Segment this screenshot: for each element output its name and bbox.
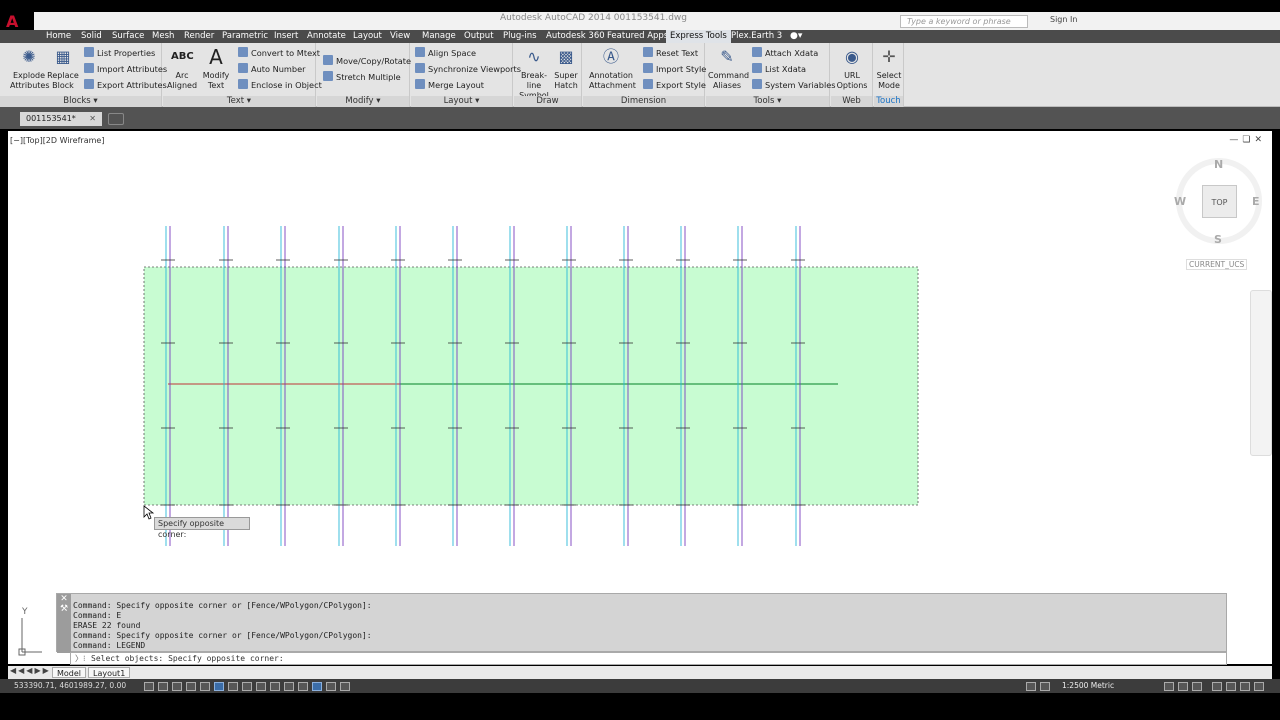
ucs-icon: Y: [18, 607, 42, 656]
viewcube-top-face[interactable]: TOP: [1202, 185, 1237, 218]
status-tool-icon[interactable]: [1212, 682, 1222, 691]
status-toggle-icon[interactable]: [326, 682, 336, 691]
layout-tabs-bar: ◀◀◀▶▶ Model Layout1: [8, 666, 1272, 679]
status-toggle-icon[interactable]: [298, 682, 308, 691]
compass-south[interactable]: S: [1214, 233, 1222, 246]
status-tool-icon[interactable]: [1040, 682, 1050, 691]
svg-text:Y: Y: [21, 607, 28, 617]
screen-bottom-border: [0, 693, 1280, 720]
status-tool-icon[interactable]: [1164, 682, 1174, 691]
command-prompt-text: Select objects: Specify opposite corner:: [91, 654, 284, 663]
command-history-line: Command: E: [73, 611, 122, 620]
wrench-icon[interactable]: ⚒: [57, 604, 71, 614]
command-history-line: Command: LEGEND: [73, 641, 146, 650]
status-tool-icon[interactable]: [1026, 682, 1036, 691]
navigation-bar[interactable]: [1250, 290, 1272, 456]
command-line-input[interactable]: 〉⁝ Select objects: Specify opposite corn…: [70, 652, 1227, 665]
status-toggle-icon[interactable]: [200, 682, 210, 691]
status-tool-icon[interactable]: [1226, 682, 1236, 691]
command-history-window: ✕ ⚒ Command: Specify opposite corner or …: [56, 593, 1227, 653]
status-tool-icon[interactable]: [1240, 682, 1250, 691]
status-toggle-icon[interactable]: [228, 682, 238, 691]
layout-tab-layout1[interactable]: Layout1: [88, 667, 131, 678]
compass-west[interactable]: W: [1174, 195, 1186, 208]
command-history-line: ERASE 22 found: [73, 621, 141, 630]
status-bar: 533390.71, 4601989.27, 0.00 1:2500 Metri…: [0, 679, 1280, 693]
status-toggle-icon[interactable]: [186, 682, 196, 691]
status-tool-icon[interactable]: [1254, 682, 1264, 691]
status-toggle-icon[interactable]: [144, 682, 154, 691]
cursor-icon: [143, 505, 155, 520]
selection-window: [143, 266, 919, 506]
command-history: Command: Specify opposite corner or [Fen…: [73, 601, 372, 651]
status-toggle-icon[interactable]: [312, 682, 322, 691]
close-icon[interactable]: ✕: [57, 594, 71, 604]
compass-east[interactable]: E: [1252, 195, 1260, 208]
status-tool-icon[interactable]: [1192, 682, 1202, 691]
command-history-line: Command: Specify opposite corner or [Fen…: [73, 601, 372, 610]
status-toggle-icon[interactable]: [270, 682, 280, 691]
layout-nav-arrows[interactable]: ◀◀◀▶▶: [10, 666, 51, 675]
ucs-menu[interactable]: CURRENT_UCS: [1186, 259, 1248, 270]
command-window-handle[interactable]: ✕ ⚒: [57, 594, 71, 653]
cursor-tooltip: Specify opposite corner:: [154, 517, 250, 539]
status-toggle-icon[interactable]: [172, 682, 182, 691]
status-toggle-icon[interactable]: [242, 682, 252, 691]
status-tool-icon[interactable]: [1178, 682, 1188, 691]
annotation-scale[interactable]: 1:2500 Metric: [1062, 681, 1114, 690]
coordinates-readout: 533390.71, 4601989.27, 0.00: [14, 681, 127, 690]
compass-north[interactable]: N: [1214, 158, 1223, 171]
status-toggle-icon[interactable]: [214, 682, 224, 691]
command-history-line: Command: Specify opposite corner or [Fen…: [73, 631, 372, 640]
command-prompt-icon: 〉⁝: [75, 654, 86, 663]
status-toggle-icon[interactable]: [256, 682, 266, 691]
status-toggle-icon[interactable]: [284, 682, 294, 691]
status-toggle-icon[interactable]: [158, 682, 168, 691]
status-toggle-icon[interactable]: [340, 682, 350, 691]
layout-tab-model[interactable]: Model: [52, 667, 87, 678]
